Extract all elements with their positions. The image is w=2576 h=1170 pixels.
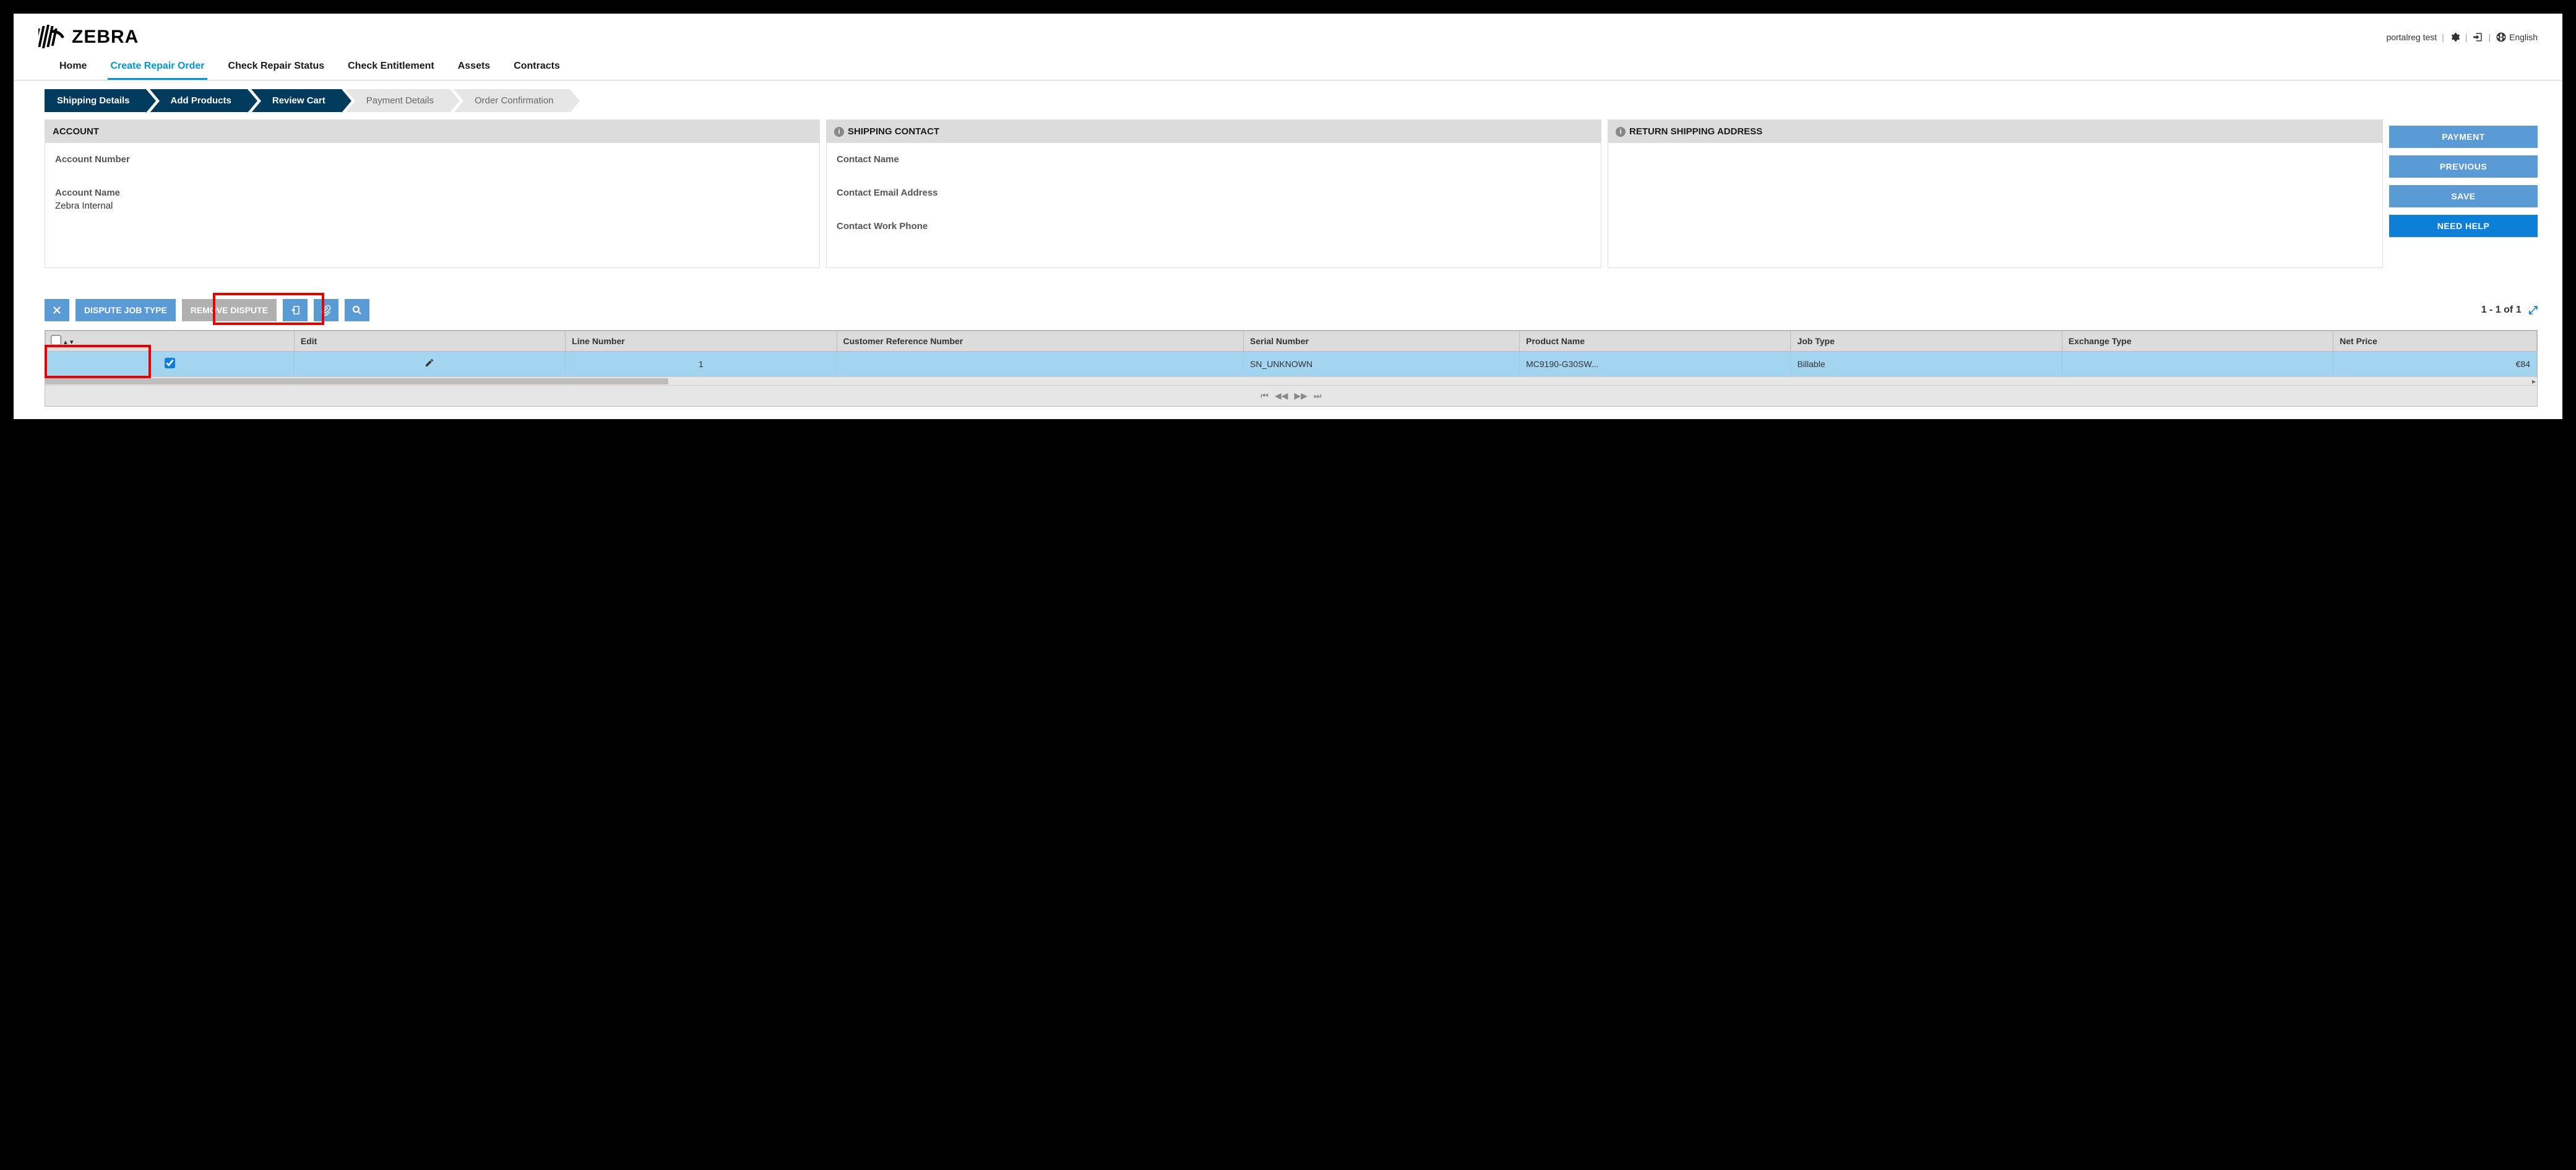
nav-contracts[interactable]: Contracts: [511, 54, 562, 80]
scroll-right-icon[interactable]: ▸: [2532, 377, 2536, 386]
account-number-value: [55, 167, 809, 178]
account-panel-title: ACCOUNT: [45, 120, 819, 143]
username-label[interactable]: portalreg test: [2386, 32, 2437, 42]
brand-logo: ZEBRA: [38, 25, 139, 50]
table-row[interactable]: 1 SN_UNKNOWN MC9190-G30SW... Billable €8…: [46, 352, 2537, 376]
action-buttons: PAYMENT PREVIOUS SAVE NEED HELP: [2389, 119, 2538, 268]
grid-pagination: ⏮ ◀◀ ▶▶ ⏭: [45, 385, 2537, 406]
col-net-price[interactable]: Net Price: [2333, 331, 2537, 352]
step-order-confirmation: Order Confirmation: [454, 89, 570, 112]
shipping-contact-panel: i SHIPPING CONTACT Contact Name Contact E…: [826, 119, 1601, 268]
page-first-icon[interactable]: ⏮: [1260, 391, 1269, 401]
line-items-section: DISPUTE JOB TYPE REMOVE DISPUTE 1 - 1 of…: [45, 299, 2538, 407]
col-serial[interactable]: Serial Number: [1244, 331, 1520, 352]
row-checkbox[interactable]: [165, 358, 175, 368]
horizontal-scrollbar[interactable]: ▸: [45, 376, 2537, 385]
job-type-cell: Billable: [1791, 352, 2062, 376]
need-help-button[interactable]: NEED HELP: [2389, 215, 2538, 237]
attachment-button[interactable]: [314, 299, 338, 321]
dispute-job-type-button[interactable]: DISPUTE JOB TYPE: [75, 299, 176, 321]
table-toolbar: DISPUTE JOB TYPE REMOVE DISPUTE 1 - 1 of…: [45, 299, 2538, 321]
contact-email-label: Contact Email Address: [837, 188, 1591, 198]
logout-icon: [2472, 32, 2483, 43]
pager-text: 1 - 1 of 1: [2481, 305, 2522, 316]
account-number-label: Account Number: [55, 154, 809, 165]
previous-button[interactable]: PREVIOUS: [2389, 155, 2538, 178]
expand-icon[interactable]: ⤢: [2529, 304, 2538, 317]
account-name-label: Account Name: [55, 188, 809, 198]
payment-button[interactable]: PAYMENT: [2389, 126, 2538, 148]
settings-button[interactable]: [2449, 32, 2460, 43]
page-next-icon[interactable]: ▶▶: [1294, 391, 1308, 401]
nav-check-entitlement[interactable]: Check Entitlement: [345, 54, 437, 80]
topbar: ZEBRA portalreg test | | | English: [14, 20, 2562, 52]
contact-phone-label: Contact Work Phone: [837, 221, 1591, 232]
page-prev-icon[interactable]: ◀◀: [1275, 391, 1288, 401]
shipping-contact-title: SHIPPING CONTACT: [848, 126, 939, 137]
pencil-icon: [424, 358, 434, 368]
edit-cell[interactable]: [294, 352, 565, 376]
nav-assets[interactable]: Assets: [455, 54, 493, 80]
export-icon: [290, 305, 301, 316]
main-nav: Home Create Repair Order Check Repair St…: [14, 52, 2562, 80]
gear-icon: [2449, 32, 2460, 43]
line-number-cell: 1: [566, 352, 837, 376]
summary-panels: ACCOUNT Account Number Account Name Zebr…: [45, 119, 2538, 268]
search-button[interactable]: [345, 299, 369, 321]
step-add-products[interactable]: Add Products: [150, 89, 248, 112]
account-panel: ACCOUNT Account Number Account Name Zebr…: [45, 119, 820, 268]
scrollbar-thumb[interactable]: [45, 378, 668, 384]
step-shipping-details[interactable]: Shipping Details: [45, 89, 146, 112]
page-last-icon[interactable]: ⏭: [1314, 391, 1322, 401]
zebra-logo-icon: [38, 25, 67, 50]
paperclip-icon: [321, 305, 332, 316]
col-customer-ref[interactable]: Customer Reference Number: [837, 331, 1244, 352]
export-button[interactable]: [283, 299, 308, 321]
return-address-title: RETURN SHIPPING ADDRESS: [1629, 126, 1762, 137]
nav-create-repair-order[interactable]: Create Repair Order: [108, 54, 207, 80]
nav-home[interactable]: Home: [57, 54, 89, 80]
col-edit[interactable]: Edit: [294, 331, 565, 352]
user-controls: portalreg test | | | English: [2386, 32, 2538, 43]
account-name-value: Zebra Internal: [55, 201, 809, 211]
brand-text: ZEBRA: [72, 27, 139, 48]
step-review-cart[interactable]: Review Cart: [251, 89, 342, 112]
sort-indicator-icon: ▲▼: [62, 339, 75, 346]
app-frame: ZEBRA portalreg test | | | English Home …: [12, 12, 2564, 420]
line-items-grid: ▲▼ Edit Line Number Customer Reference N…: [45, 330, 2538, 407]
step-payment-details: Payment Details: [345, 89, 450, 112]
col-job-type[interactable]: Job Type: [1791, 331, 2062, 352]
exchange-cell: [2062, 352, 2333, 376]
return-address-panel: iRETURN SHIPPING ADDRESS: [1608, 119, 2383, 268]
pager-info: 1 - 1 of 1 ⤢: [2481, 304, 2538, 317]
col-line-number[interactable]: Line Number: [566, 331, 837, 352]
col-product[interactable]: Product Name: [1520, 331, 1791, 352]
wizard-stepper: Shipping Details Add Products Review Car…: [45, 89, 2538, 112]
net-price-cell: €84: [2333, 352, 2537, 376]
language-selector[interactable]: English: [2496, 32, 2538, 43]
select-all-checkbox[interactable]: [51, 335, 61, 345]
serial-cell: SN_UNKNOWN: [1244, 352, 1520, 376]
product-cell: MC9190-G30SW...: [1520, 352, 1791, 376]
info-icon[interactable]: i: [1616, 127, 1626, 137]
customer-ref-cell: [837, 352, 1244, 376]
info-icon[interactable]: i: [834, 127, 844, 137]
close-icon: [51, 305, 62, 316]
globe-icon: [2496, 32, 2507, 43]
nav-check-repair-status[interactable]: Check Repair Status: [226, 54, 327, 80]
search-icon: [351, 305, 363, 316]
col-select[interactable]: ▲▼: [46, 331, 295, 352]
contact-name-label: Contact Name: [837, 154, 1591, 165]
delete-button[interactable]: [45, 299, 69, 321]
logout-button[interactable]: [2472, 32, 2483, 43]
col-exchange[interactable]: Exchange Type: [2062, 331, 2333, 352]
language-label: English: [2509, 32, 2538, 42]
save-button[interactable]: SAVE: [2389, 185, 2538, 207]
remove-dispute-button[interactable]: REMOVE DISPUTE: [182, 299, 277, 321]
